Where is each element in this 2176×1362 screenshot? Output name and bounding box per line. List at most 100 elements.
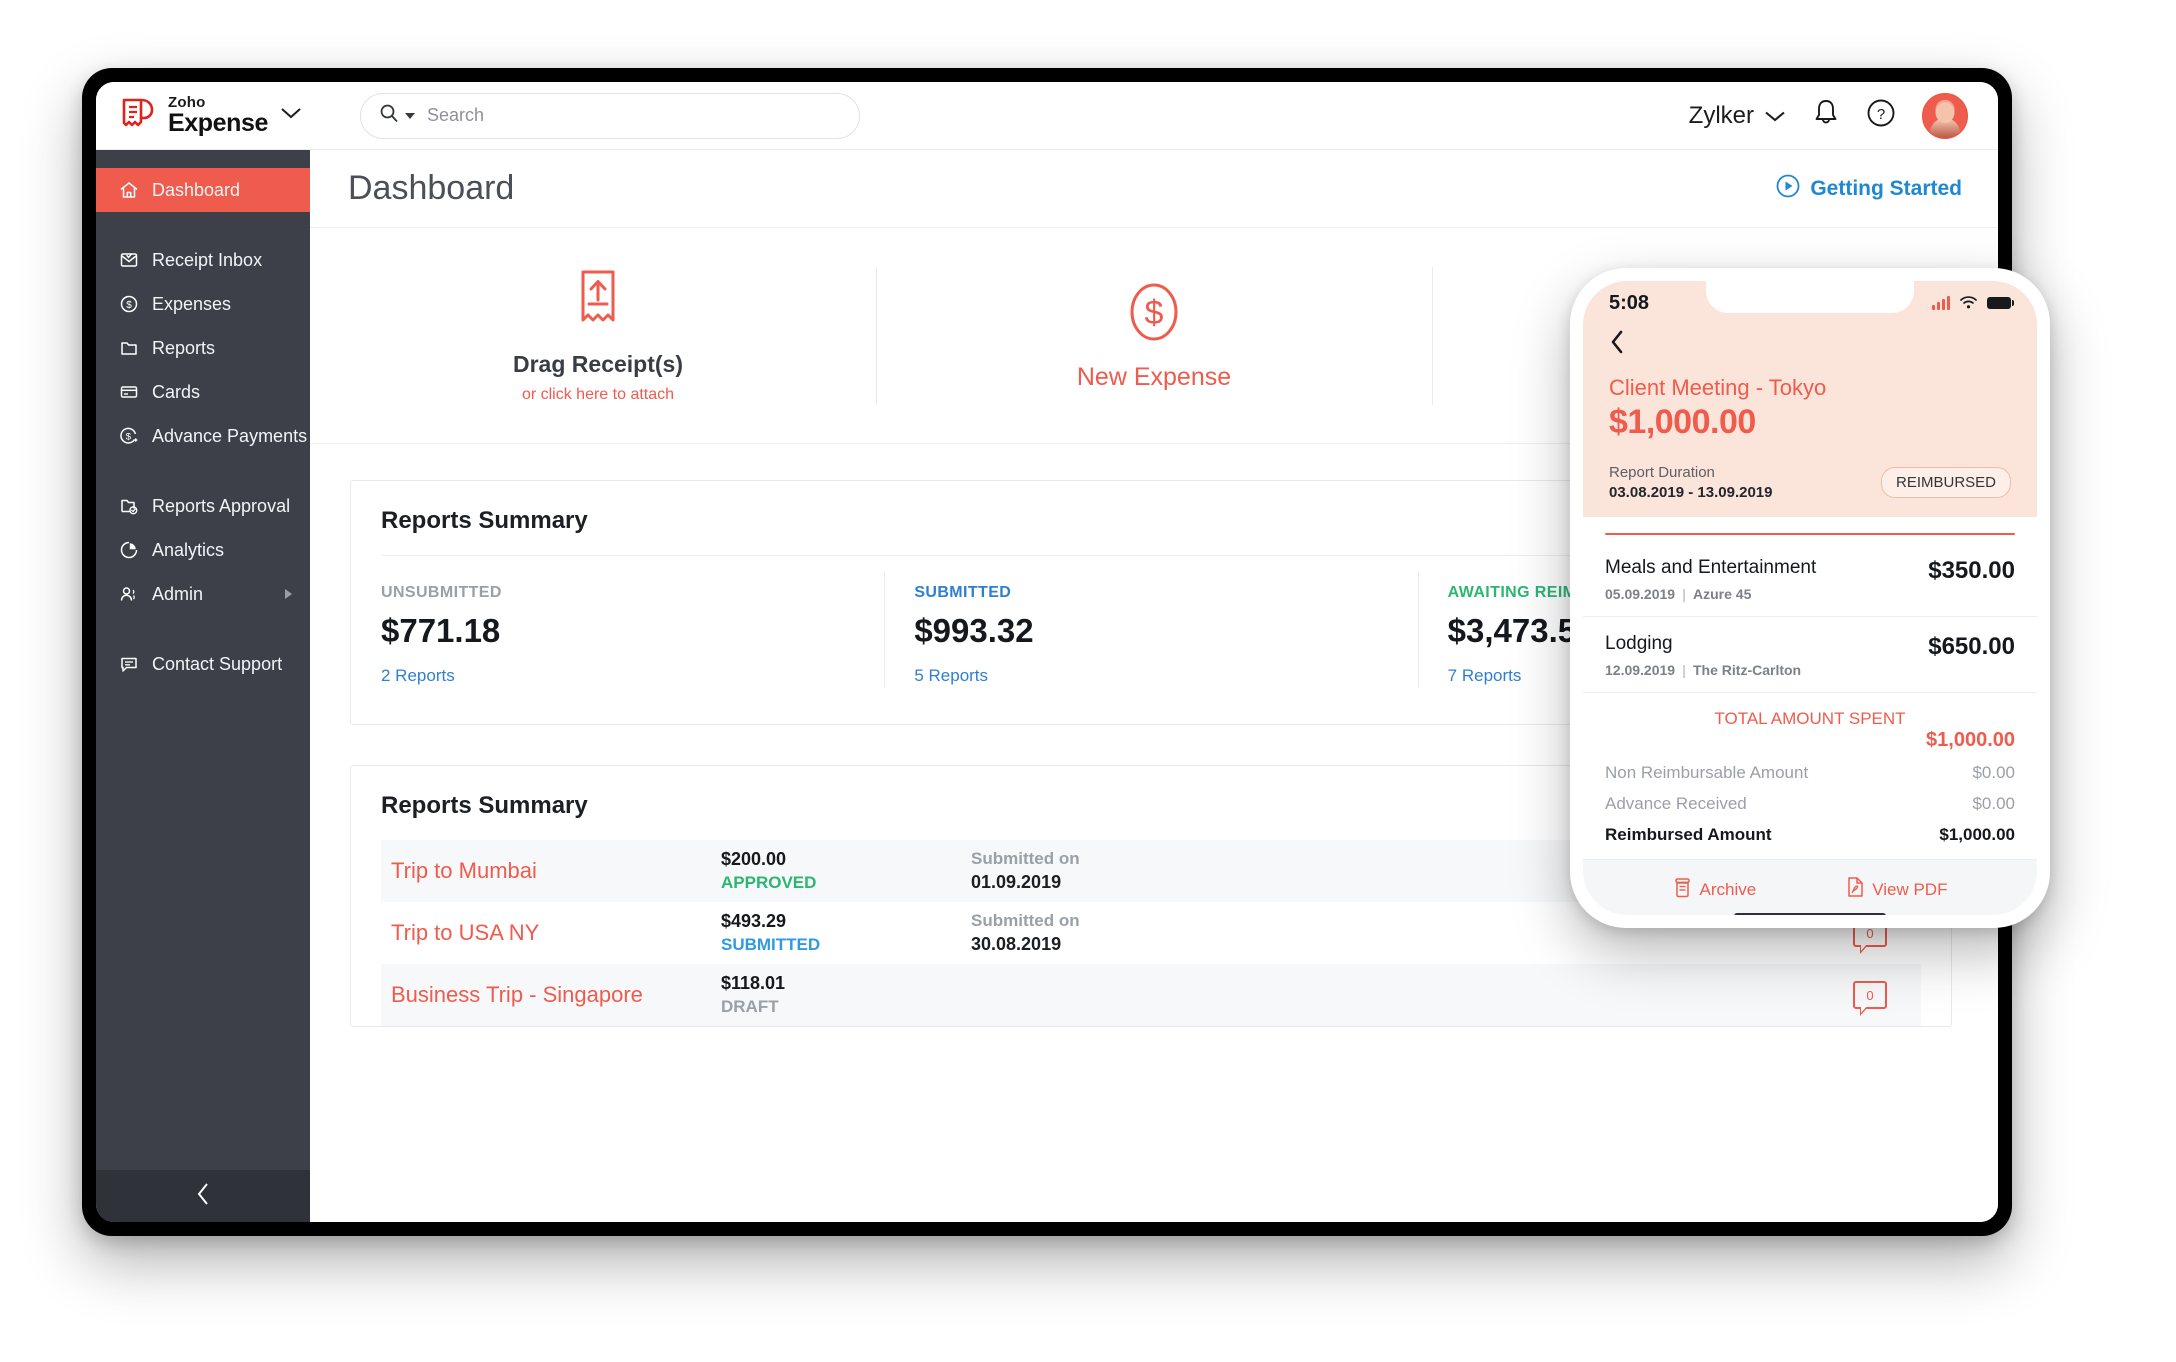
summary-link[interactable]: 5 Reports <box>914 666 1387 686</box>
sidebar-item-analytics[interactable]: Analytics <box>96 528 310 572</box>
getting-started-button[interactable]: Getting Started <box>1776 174 1962 204</box>
expense-date: 12.09.2019 <box>1605 662 1676 678</box>
total-value: $0.00 <box>1972 763 2015 782</box>
chevron-down-icon[interactable] <box>280 106 302 125</box>
sidebar-item-expenses[interactable]: $ Expenses <box>96 282 310 326</box>
sidebar-item-cards[interactable]: Cards <box>96 370 310 414</box>
total-label: Reimbursed Amount <box>1605 825 1772 844</box>
report-amount-cell: $493.29 SUBMITTED <box>721 911 971 955</box>
back-button[interactable] <box>1609 325 2011 367</box>
play-circle-icon <box>1776 174 1800 204</box>
view-pdf-label: View PDF <box>1872 879 1948 899</box>
phone-device-frame: 5:08 Client Meeting - Tokyo $1,000.00 Re… <box>1570 268 2050 928</box>
expense-amount: $650.00 <box>1928 633 2015 660</box>
non-reimbursable-row: Non Reimbursable Amount $0.00 <box>1605 763 2015 783</box>
comment-count: 0 <box>1866 987 1874 1003</box>
phone-report-name: Client Meeting - Tokyo <box>1609 375 1827 400</box>
sidebar-item-contact-support[interactable]: Contact Support <box>96 642 310 686</box>
list-item[interactable]: Meals and Entertainment 05.09.2019 | Azure… <box>1583 541 2037 617</box>
credit-card-icon <box>118 381 140 403</box>
expense-merchant: Azure 45 <box>1693 586 1752 602</box>
summary-amount: $993.32 <box>914 612 1034 649</box>
battery-icon <box>1987 297 2014 309</box>
report-amount: $200.00 <box>721 849 787 869</box>
expense-category: Meals and Entertainment <box>1605 557 1817 578</box>
sidebar-item-reports[interactable]: Reports <box>96 326 310 370</box>
quick-action-subtitle[interactable]: or click here to attach <box>522 386 674 404</box>
expense-date: 05.09.2019 <box>1605 586 1676 602</box>
archive-button[interactable]: Archive <box>1673 877 1757 903</box>
quick-action-title: New Expense <box>1076 362 1232 391</box>
report-name[interactable]: Trip to Mumbai <box>391 858 721 884</box>
expense-meta: 12.09.2019 | The Ritz-Carlton <box>1605 662 1802 678</box>
view-pdf-button[interactable]: View PDF <box>1846 876 1947 903</box>
phone-totals: TOTAL AMOUNT SPENT $1,000.00 Non Reimbur… <box>1583 693 2037 860</box>
summary-col-submitted: SUBMITTED $993.32 5 Reports <box>884 562 1417 694</box>
report-amount-cell: $200.00 APPROVED <box>721 849 971 893</box>
drag-receipts-tile[interactable]: Drag Receipt(s) or click here to attach <box>320 261 876 411</box>
comments-button[interactable]: 0 <box>1853 981 1887 1016</box>
report-date-cell: Submitted on 30.08.2019 <box>971 911 1231 955</box>
caret-down-icon[interactable] <box>405 112 415 119</box>
notifications-button[interactable] <box>1812 98 1840 133</box>
folder-icon <box>118 337 140 359</box>
dollar-circle-icon: $ <box>118 293 140 315</box>
chevron-left-icon <box>194 1181 212 1212</box>
sidebar-item-reports-approval[interactable]: Reports Approval <box>96 484 310 528</box>
total-label: Advance Received <box>1605 794 1747 813</box>
search-bar[interactable] <box>360 92 860 139</box>
report-amount: $118.01 <box>721 973 786 993</box>
list-item[interactable]: Lodging 12.09.2019 | The Ritz-Carlton $650… <box>1583 617 2037 693</box>
summary-col-unsubmitted: UNSUBMITTED $771.18 2 Reports <box>351 562 884 694</box>
report-date-cell <box>971 994 1231 997</box>
tab-more-details[interactable]: More Details <box>1742 534 1878 535</box>
chat-icon <box>118 653 140 675</box>
summary-link[interactable]: 2 Reports <box>381 666 854 686</box>
pdf-file-icon <box>1846 876 1864 903</box>
phone-notch <box>1706 281 1914 313</box>
summary-label: SUBMITTED <box>914 584 1012 601</box>
help-button[interactable]: ? <box>1866 98 1896 133</box>
expense-amount: $350.00 <box>1928 557 2015 584</box>
sidebar-collapse-button[interactable] <box>96 1170 310 1222</box>
summary-label: UNSUBMITTED <box>381 584 502 601</box>
summary-amount: $771.18 <box>381 612 501 649</box>
table-row[interactable]: Business Trip - Singapore $118.01 DRAFT <box>381 964 1921 1026</box>
topbar-right-group: Zylker ? <box>1689 92 1968 139</box>
advance-received-row: Advance Received $0.00 <box>1605 794 2015 814</box>
sidebar-item-label: Analytics <box>152 539 225 560</box>
brand-logo[interactable]: Zoho Expense <box>118 95 332 136</box>
sidebar-item-admin[interactable]: Admin <box>96 572 310 616</box>
sidebar-item-label: Advance Payments <box>152 425 308 446</box>
status-badge: REIMBURSED <box>1880 467 2011 498</box>
report-name[interactable]: Trip to USA NY <box>391 920 721 946</box>
new-expense-tile[interactable]: $ New Expense <box>876 261 1432 411</box>
sidebar-item-label: Dashboard <box>152 179 241 200</box>
tab-history[interactable]: History <box>1879 534 2014 535</box>
chevron-down-icon <box>1764 102 1786 130</box>
top-bar: Zoho Expense Zylker <box>96 82 1998 150</box>
expense-merchant: The Ritz-Carlton <box>1693 662 1802 678</box>
report-amount-cell: $118.01 DRAFT <box>721 973 971 1017</box>
phone-report-duration-row: Report Duration 03.08.2019 - 13.09.2019 … <box>1609 464 2011 517</box>
sidebar-item-label: Expenses <box>152 293 232 314</box>
sidebar-item-advance-payments[interactable]: $ Advance Payments <box>96 414 310 458</box>
phone-status-bar: 5:08 <box>1609 281 2014 325</box>
archive-label: Archive <box>1699 879 1757 899</box>
sidebar-item-receipt-inbox[interactable]: Receipt Inbox <box>96 238 310 282</box>
phone-screen: 5:08 Client Meeting - Tokyo $1,000.00 Re… <box>1583 281 2037 915</box>
comment-bubble-icon: 0 <box>1853 981 1887 1016</box>
sidebar-item-dashboard[interactable]: Dashboard <box>96 168 310 212</box>
tab-expenses[interactable]: Expenses (2) <box>1606 534 1742 535</box>
search-input[interactable] <box>427 105 841 126</box>
status-time: 5:08 <box>1609 291 1650 314</box>
sidebar: Dashboard Receipt Inbox $ Expenses Repor… <box>96 150 310 1222</box>
brand-zoho-text: Zoho <box>168 94 206 111</box>
home-icon <box>118 179 140 201</box>
avatar[interactable] <box>1922 92 1968 139</box>
file-check-icon <box>118 495 140 517</box>
dollar-circle-icon: $ <box>1123 280 1185 349</box>
org-switcher[interactable]: Zylker <box>1689 102 1786 130</box>
report-name[interactable]: Business Trip - Singapore <box>391 982 721 1008</box>
expense-meta: 05.09.2019 | Azure 45 <box>1605 586 1752 602</box>
